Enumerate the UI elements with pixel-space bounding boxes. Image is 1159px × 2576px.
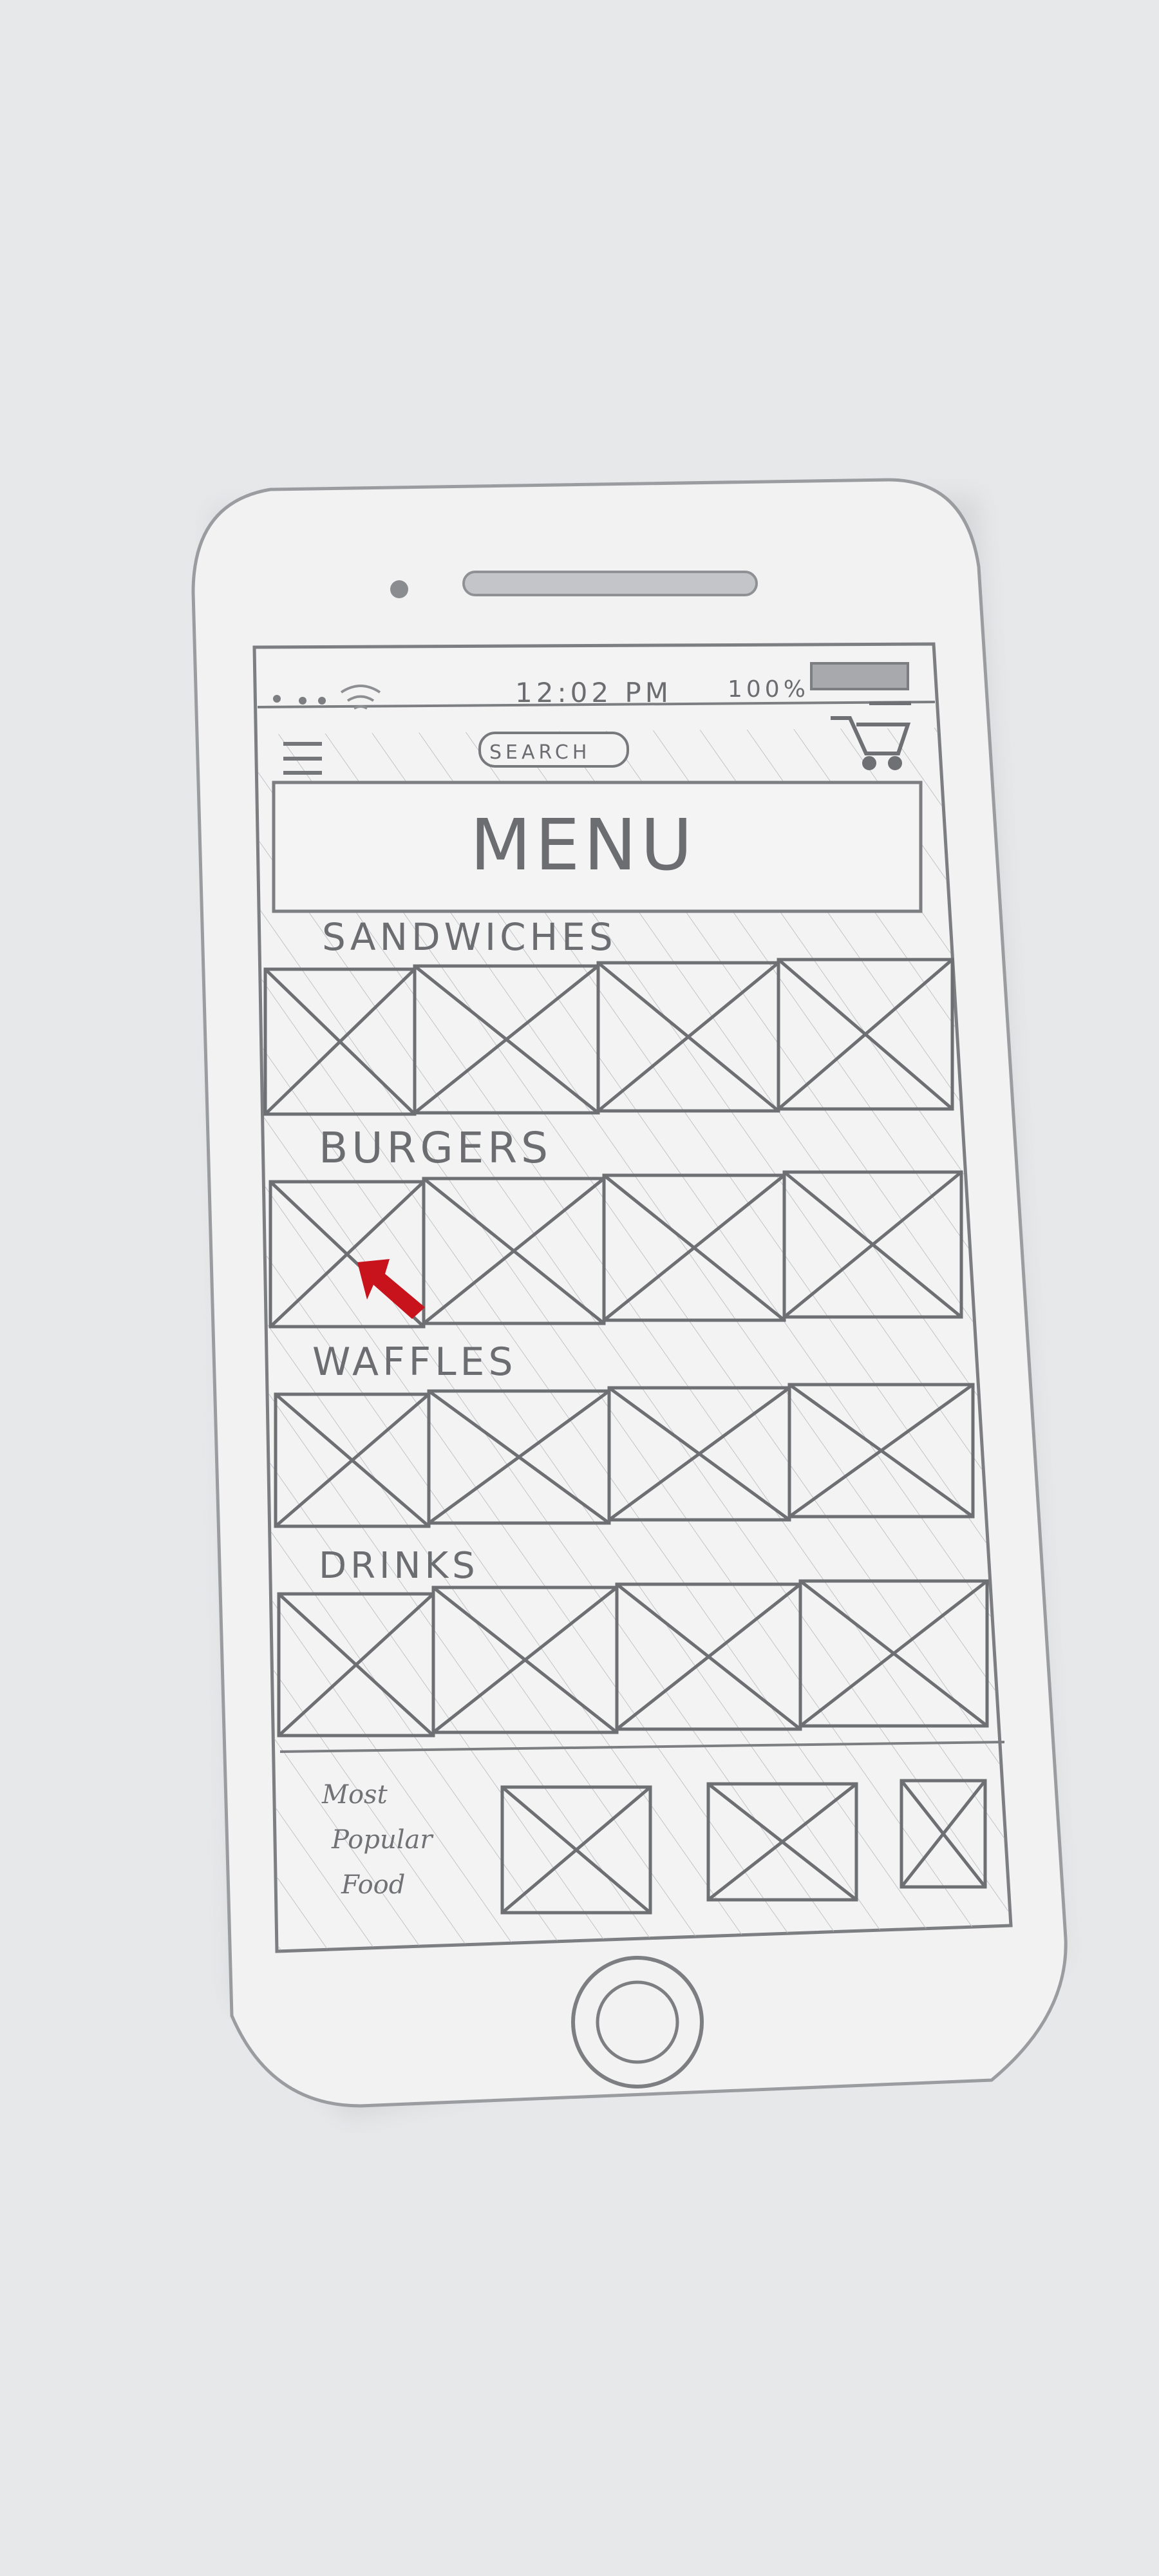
- section-label: DRINKS: [319, 1545, 479, 1587]
- status-battery: 100%: [728, 676, 809, 703]
- menu-title: MENU: [470, 804, 696, 886]
- photo-scene: 12:02 PM 100% SEARCH MENU SANDWICHES BUR…: [0, 0, 1159, 2576]
- popular-label-line1: Most: [321, 1780, 388, 1810]
- search-label: SEARCH: [489, 741, 590, 764]
- signal-dot-icon: [318, 697, 326, 705]
- search-button[interactable]: SEARCH: [478, 732, 629, 768]
- signal-dot-icon: [299, 697, 306, 705]
- battery-icon: [810, 662, 909, 690]
- popular-label-line2: Popular: [331, 1825, 434, 1855]
- status-time: 12:02 PM: [515, 677, 672, 708]
- menu-banner: MENU: [272, 781, 923, 913]
- camera-icon: [390, 580, 408, 598]
- section-label: WAFFLES: [312, 1340, 517, 1385]
- section-label: SANDWICHES: [322, 915, 617, 959]
- section-label: BURGERS: [319, 1123, 552, 1173]
- signal-dot-icon: [273, 695, 281, 703]
- sketch-canvas: 12:02 PM 100% SEARCH MENU SANDWICHES BUR…: [0, 0, 1159, 2576]
- popular-label-line3: Food: [341, 1870, 405, 1900]
- speaker-grill: [462, 571, 758, 596]
